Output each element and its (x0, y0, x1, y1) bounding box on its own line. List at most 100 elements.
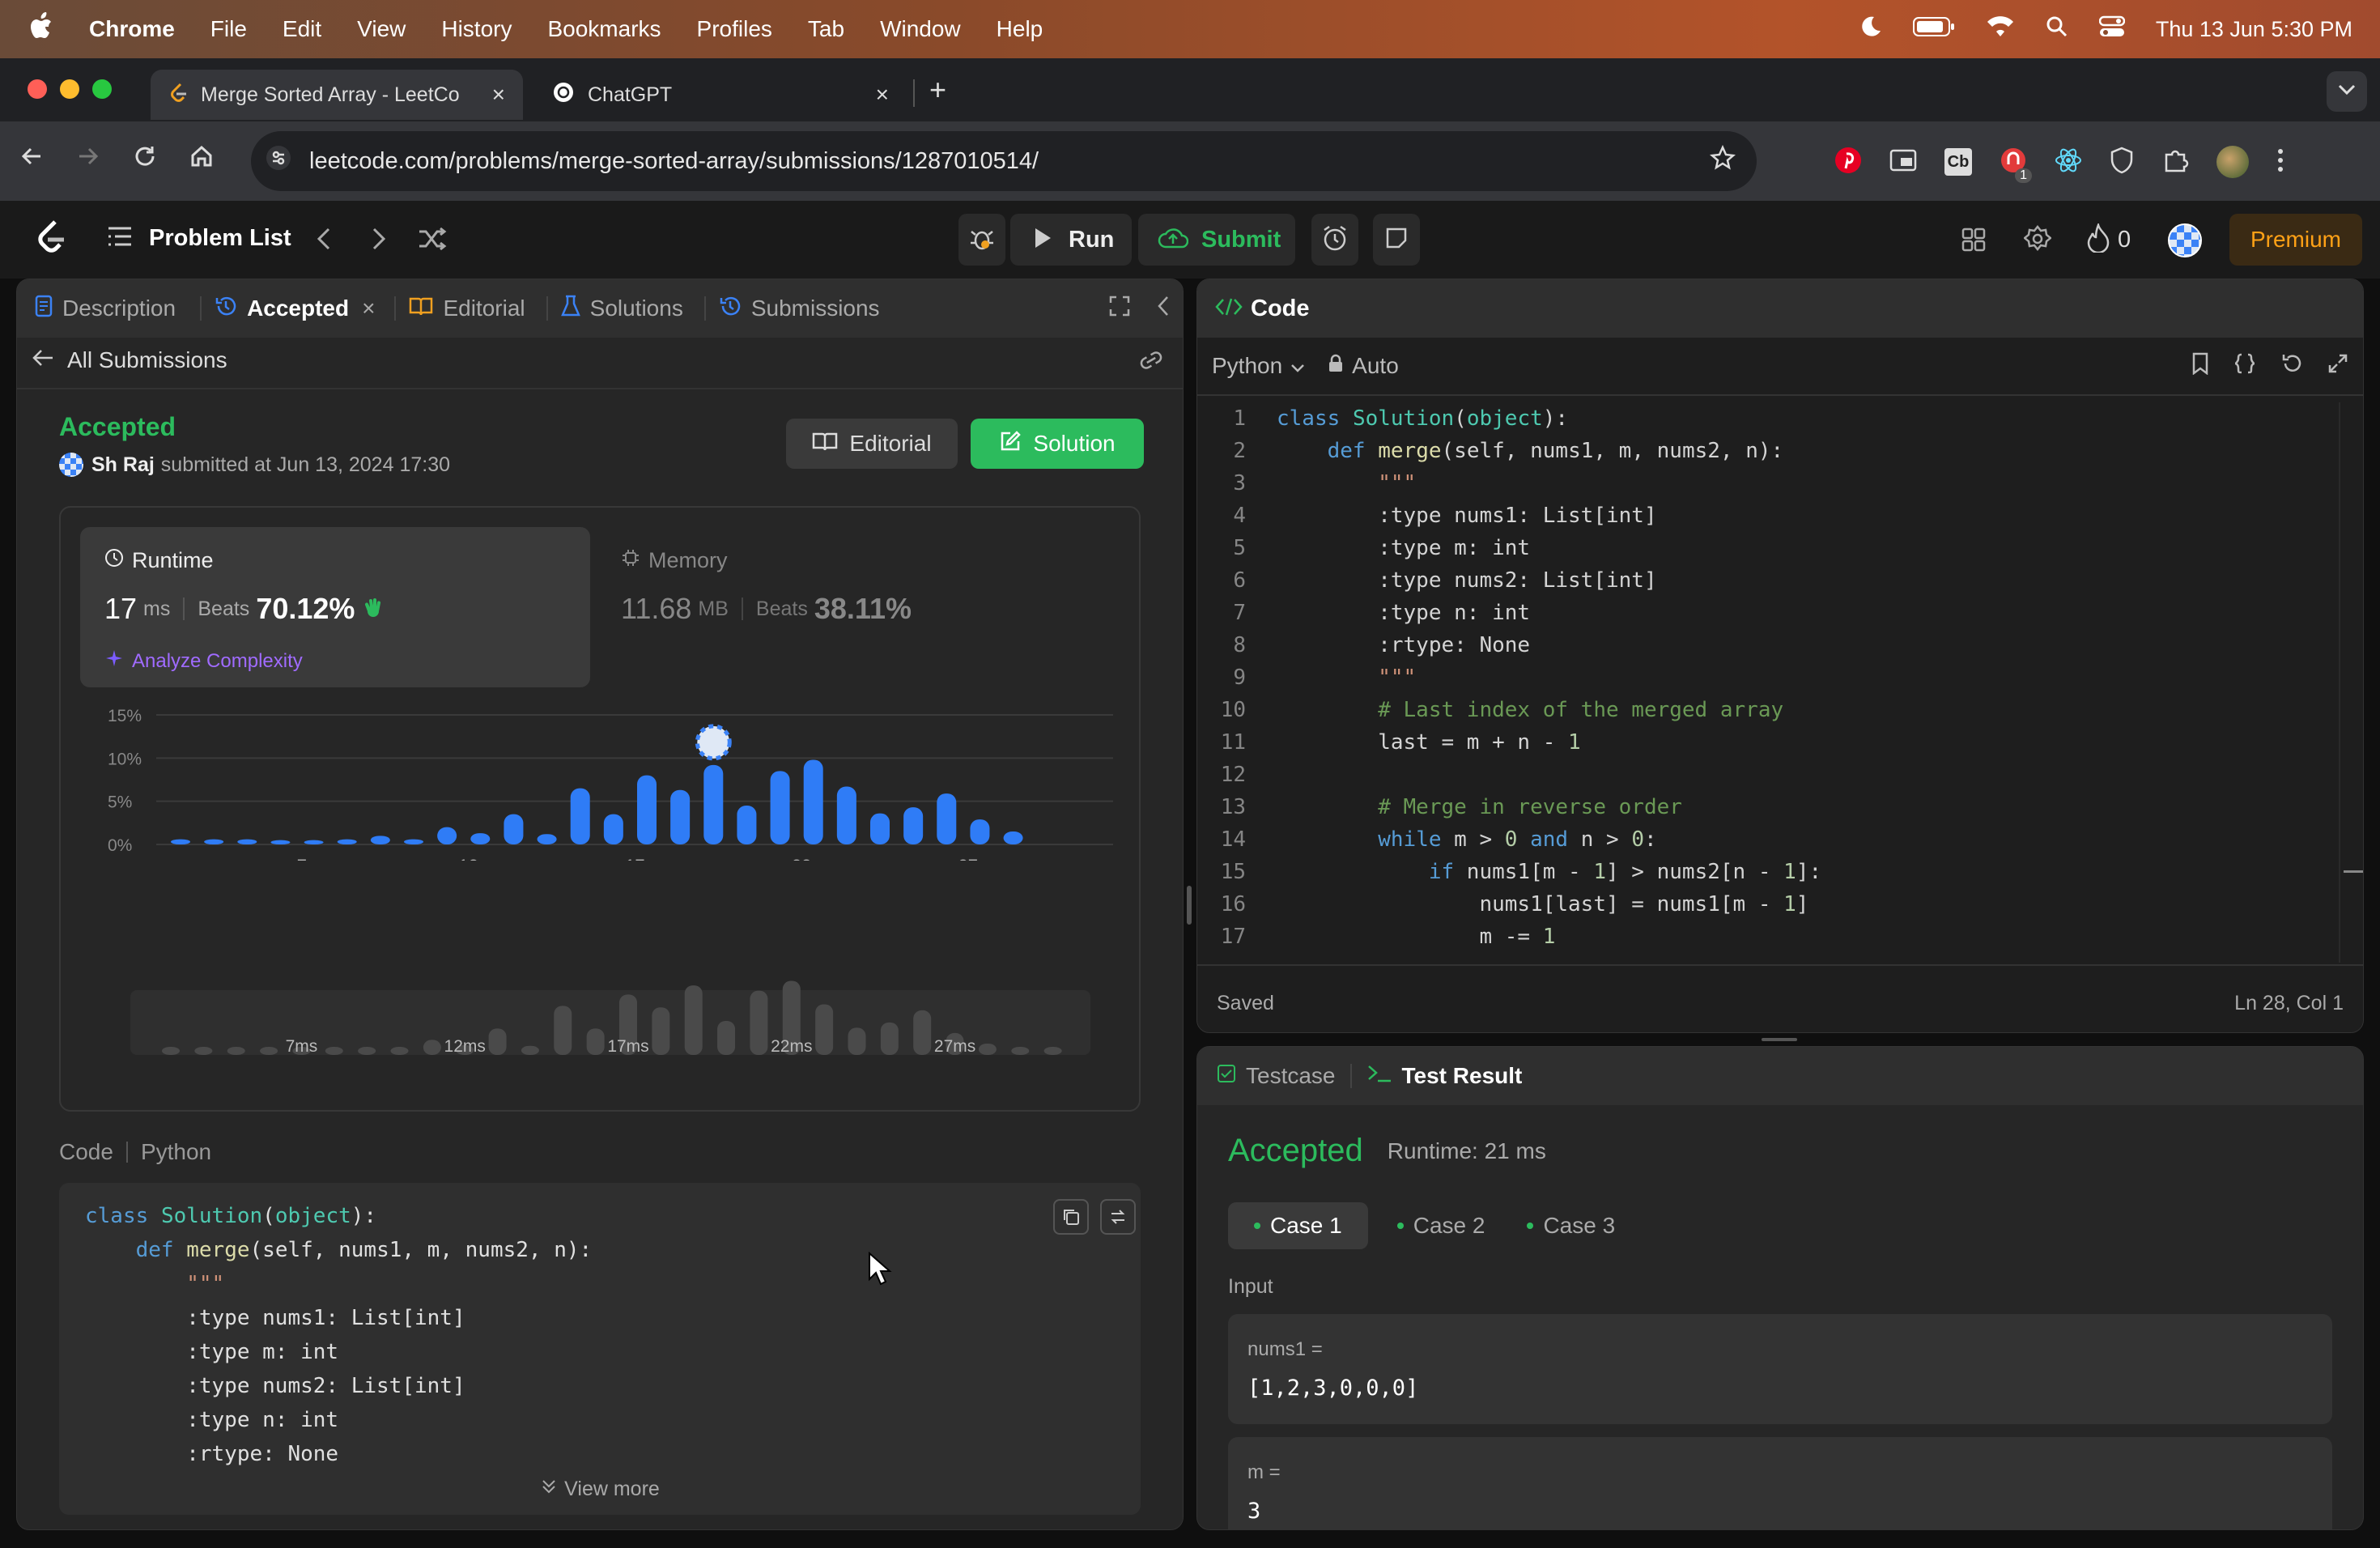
histogram-bar[interactable] (770, 771, 790, 844)
extensions-puzzle-icon[interactable] (2161, 147, 2189, 178)
editor-line[interactable]: 4 :type nums1: List[int] (1197, 500, 2314, 532)
notification-extension-icon[interactable]: 1 (2000, 147, 2032, 183)
menu-file[interactable]: File (210, 16, 247, 42)
histogram-bar[interactable] (504, 814, 524, 844)
tab-submissions[interactable]: Submissions (719, 295, 880, 323)
editorial-button[interactable]: Editorial (786, 419, 958, 469)
case-tab-3[interactable]: Case 3 (1514, 1202, 1628, 1249)
submitter-name[interactable]: Sh Raj (91, 453, 155, 477)
editor-line[interactable]: 11 last = m + n - 1 (1197, 726, 2314, 759)
histogram-bar[interactable] (537, 834, 557, 844)
tab-test-result[interactable]: Test Result (1366, 1063, 1522, 1090)
histogram-bar[interactable] (237, 839, 257, 844)
solution-button[interactable]: Solution (971, 419, 1144, 469)
fullscreen-icon[interactable] (1108, 295, 1131, 323)
reload-icon[interactable] (133, 144, 157, 172)
menu-help[interactable]: Help (997, 16, 1043, 42)
histogram-bar[interactable] (1003, 831, 1023, 844)
editor-line[interactable]: 3 """ (1197, 467, 2314, 500)
run-button[interactable]: Run (1010, 214, 1132, 266)
menu-app-name[interactable]: Chrome (89, 16, 175, 42)
histogram-bar[interactable] (437, 827, 457, 844)
problem-list-button[interactable]: Problem List (107, 225, 291, 252)
maximize-window-button[interactable] (92, 79, 112, 99)
tab-testcase[interactable]: Testcase (1217, 1063, 1336, 1089)
editor-line[interactable]: 6 :type nums2: List[int] (1197, 564, 2314, 597)
editor-line[interactable]: 5 :type m: int (1197, 532, 2314, 564)
histogram-bar[interactable] (603, 814, 623, 844)
share-link-icon[interactable] (1137, 349, 1165, 376)
bookmark-star-icon[interactable] (1710, 144, 1736, 177)
editor-line[interactable]: 9 """ (1197, 661, 2314, 694)
runtime-distribution-chart[interactable]: 15% 10% 5% 0% 7ms 12ms 17ms 22ms 27ms (61, 699, 1141, 861)
battery-icon[interactable] (1912, 16, 1955, 43)
editor-line[interactable]: 2 def merge(self, nums1, m, nums2, n): (1197, 435, 2314, 467)
histogram-bar[interactable] (470, 833, 491, 844)
react-devtools-icon[interactable] (2055, 147, 2082, 178)
wifi-icon[interactable] (1986, 15, 2015, 44)
language-select[interactable]: Python (1212, 353, 1305, 379)
menu-history[interactable]: History (441, 16, 512, 42)
histogram-bar[interactable] (204, 839, 224, 844)
shuffle-icon[interactable] (418, 227, 447, 255)
auto-mode-toggle[interactable]: Auto (1328, 353, 1399, 379)
case-tab-1[interactable]: Case 1 (1228, 1202, 1368, 1249)
editor-line[interactable]: 12 (1197, 759, 2314, 791)
histogram-bar[interactable] (337, 839, 357, 844)
notes-button[interactable] (1373, 214, 1420, 266)
premium-button[interactable]: Premium (2229, 214, 2362, 266)
histogram-bar[interactable] (836, 786, 856, 844)
profile-avatar[interactable] (2216, 146, 2249, 178)
moon-icon[interactable] (1858, 15, 1882, 45)
histogram-bar[interactable] (304, 840, 324, 844)
submit-button[interactable]: Submit (1138, 214, 1295, 266)
next-problem-icon[interactable] (371, 227, 387, 255)
memory-card[interactable]: Memory 11.68 MB Beats 38.11% (611, 527, 1121, 687)
case-tab-2[interactable]: Case 2 (1384, 1202, 1498, 1249)
histogram-bar[interactable] (870, 813, 890, 844)
address-bar[interactable]: leetcode.com/problems/merge-sorted-array… (251, 131, 1757, 191)
editor-line[interactable]: 1 class Solution(object): (1197, 402, 2314, 435)
close-tab-icon[interactable]: × (876, 82, 889, 108)
layout-icon[interactable] (1961, 227, 1987, 257)
copy-icon[interactable] (1053, 1199, 1089, 1235)
user-avatar[interactable] (2168, 223, 2202, 257)
browser-tab-leetcode[interactable]: Merge Sorted Array - LeetCo × (151, 70, 523, 120)
histogram-bar[interactable] (171, 839, 190, 844)
editor-scrollbar[interactable] (2339, 402, 2355, 963)
histogram-bar[interactable] (570, 788, 590, 844)
vertical-resize-handle[interactable] (1762, 1038, 1797, 1041)
more-vertical-icon[interactable] (2276, 147, 2284, 178)
new-tab-button[interactable]: + (929, 73, 946, 107)
menu-edit[interactable]: Edit (283, 16, 321, 42)
site-settings-icon[interactable] (266, 145, 291, 177)
prev-problem-icon[interactable] (316, 227, 332, 255)
histogram-bar[interactable] (637, 775, 657, 844)
input-box-nums1[interactable]: nums1 = [1,2,3,0,0,0] (1228, 1314, 2332, 1424)
histogram-bar[interactable] (670, 789, 691, 844)
tab-description[interactable]: Description (35, 295, 176, 323)
editor-line[interactable]: 8 :rtype: None (1197, 629, 2314, 661)
reset-icon[interactable] (2280, 352, 2303, 381)
tab-accepted[interactable]: Accepted × (215, 295, 375, 323)
tab-editorial[interactable]: Editorial (409, 296, 525, 322)
control-center-icon[interactable] (2098, 15, 2126, 44)
pinterest-icon[interactable] (1834, 147, 1862, 178)
your-submission-avatar-marker[interactable] (695, 724, 732, 761)
view-more-button[interactable]: View more (59, 1478, 1141, 1501)
histogram-bar[interactable] (370, 836, 390, 844)
menu-view[interactable]: View (357, 16, 406, 42)
editor-line[interactable]: 17 m -= 1 (1197, 921, 2314, 953)
swap-icon[interactable] (1100, 1199, 1136, 1235)
histogram-bar[interactable] (270, 840, 291, 844)
histogram-bar[interactable] (737, 806, 757, 844)
minimize-window-button[interactable] (60, 79, 79, 99)
close-window-button[interactable] (28, 79, 47, 99)
editor-line[interactable]: 13 # Merge in reverse order (1197, 791, 2314, 823)
close-tab-icon[interactable]: × (362, 296, 375, 321)
expand-icon[interactable] (2327, 353, 2348, 380)
bookmark-icon[interactable] (2191, 352, 2209, 381)
histogram-bar[interactable] (703, 764, 724, 844)
streak-counter[interactable]: 0 (2087, 221, 2131, 257)
cb-extension-icon[interactable]: Cb (1944, 148, 1972, 176)
